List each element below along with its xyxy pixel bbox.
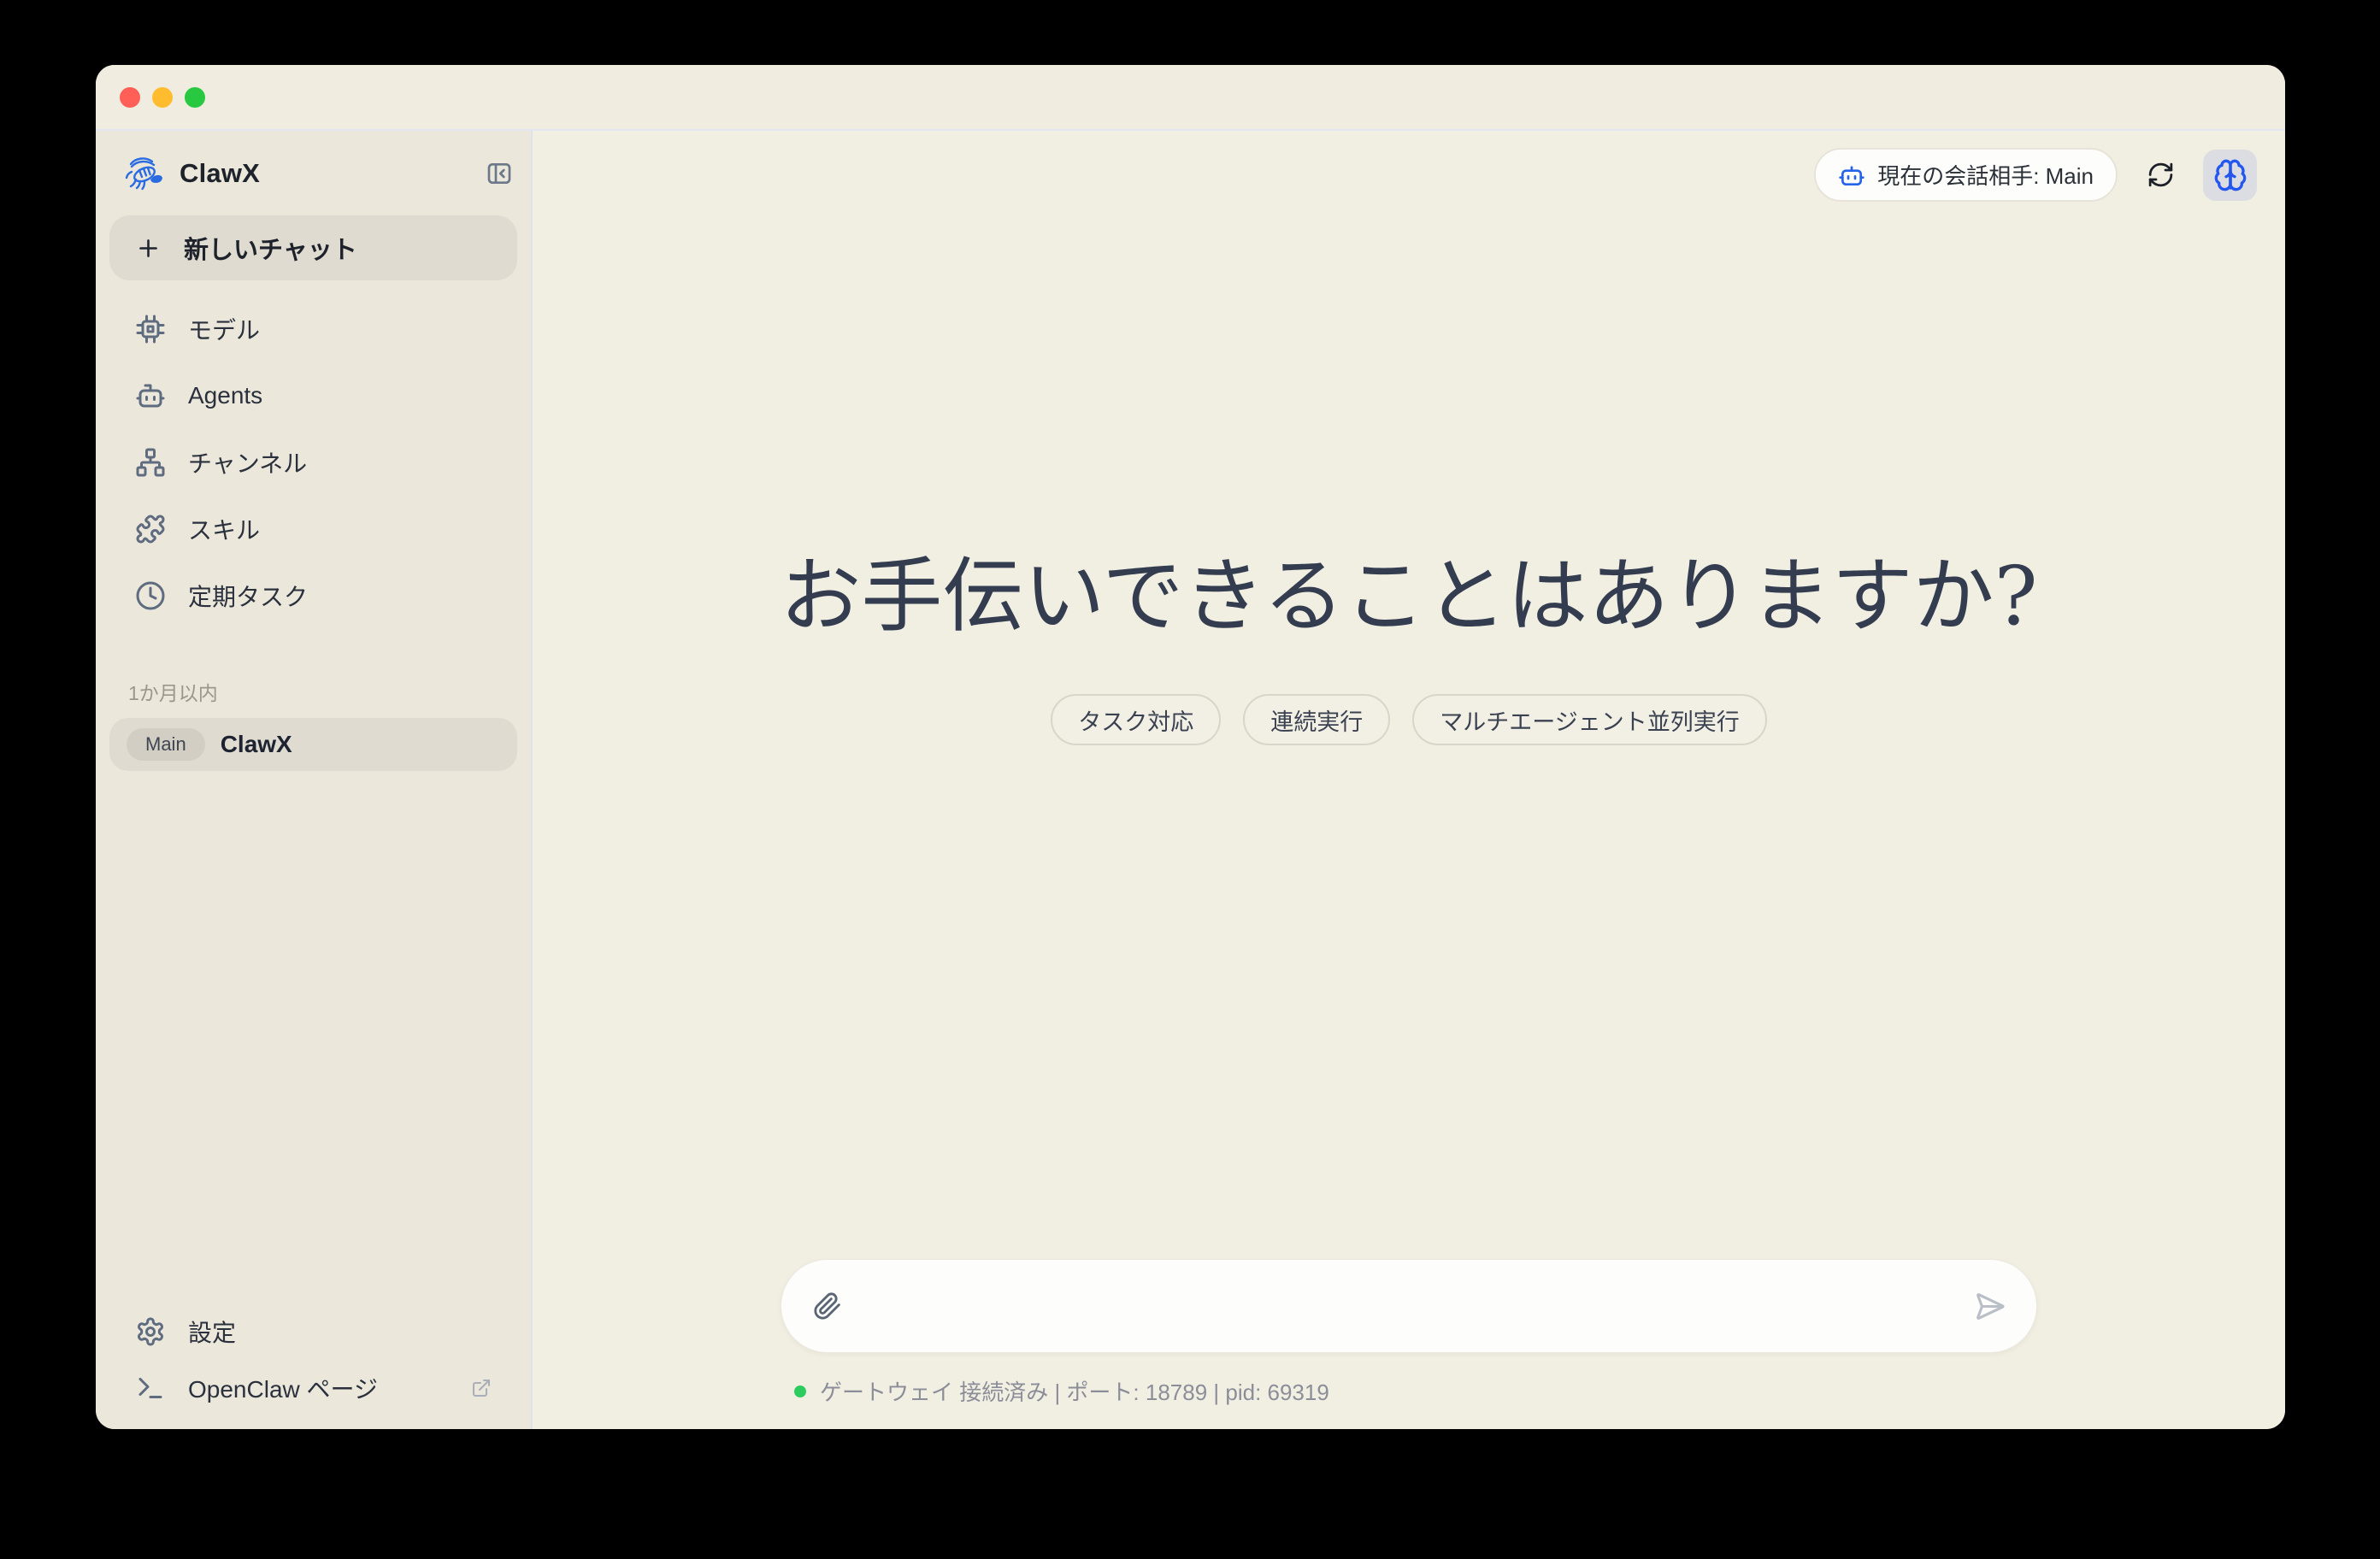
app-window: ClawX 新しいチャット モデル	[96, 65, 2285, 1429]
composer[interactable]	[781, 1259, 2037, 1353]
paperclip-icon	[813, 1291, 842, 1321]
sidebar-item-openclaw-page[interactable]: OpenClaw ページ	[109, 1360, 517, 1416]
sidebar-header: ClawX	[109, 153, 517, 194]
bot-icon	[1838, 162, 1865, 189]
puzzle-icon	[135, 514, 166, 544]
main-header-controls: 現在の会話相手: Main	[533, 131, 2285, 202]
hero-heading: お手伝いできることはありますか?	[533, 556, 2285, 638]
cpu-icon	[135, 314, 166, 344]
titlebar	[96, 65, 2285, 131]
chip-continuous-run[interactable]: 連続実行	[1243, 694, 1390, 745]
agent-badge: Main	[127, 728, 205, 761]
new-chat-label: 新しいチャット	[184, 230, 357, 266]
hero: お手伝いできることはありますか?	[533, 556, 2285, 638]
capability-chips: タスク対応 連続実行 マルチエージェント並列実行	[533, 694, 2285, 745]
brain-icon	[2213, 158, 2247, 192]
sidebar-item-channels[interactable]: チャンネル	[109, 434, 517, 491]
attach-file-button[interactable]	[809, 1287, 846, 1325]
bot-icon	[135, 380, 166, 411]
message-input[interactable]	[860, 1280, 1956, 1332]
chip-multi-agent-parallel[interactable]: マルチエージェント並列実行	[1412, 694, 1766, 745]
main-area: 現在の会話相手: Main お手伝いできること	[533, 131, 2285, 1429]
window-body: ClawX 新しいチャット モデル	[96, 131, 2285, 1429]
sidebar-item-label: OpenClaw ページ	[188, 1371, 449, 1405]
collapse-sidebar-icon	[486, 160, 513, 187]
clock-icon	[135, 580, 166, 611]
gear-icon	[135, 1316, 166, 1347]
traffic-lights	[120, 87, 205, 108]
main-spacer	[533, 745, 2285, 1259]
sidebar-item-settings[interactable]: 設定	[109, 1303, 517, 1360]
gateway-status-text: ゲートウェイ 接続済み | ポート: 18789 | pid: 69319	[820, 1375, 1329, 1407]
refresh-icon	[2147, 161, 2175, 189]
send-icon	[1974, 1291, 2006, 1322]
sidebar-item-agents[interactable]: Agents	[109, 368, 517, 424]
brain-button[interactable]	[2203, 150, 2257, 201]
sidebar-item-label: 設定	[188, 1315, 492, 1349]
sidebar-item-label: 定期タスク	[188, 579, 308, 613]
chat-title: ClawX	[221, 731, 292, 758]
sidebar: ClawX 新しいチャット モデル	[96, 131, 533, 1429]
external-link-icon	[471, 1378, 492, 1398]
history-section-label: 1か月以内	[109, 677, 517, 706]
chat-history-item[interactable]: Main ClawX	[109, 718, 517, 771]
composer-wrap: ゲートウェイ 接続済み | ポート: 18789 | pid: 69319	[781, 1259, 2037, 1407]
sidebar-nav: モデル Agents チャンネル	[109, 301, 517, 624]
sidebar-item-skills[interactable]: スキル	[109, 501, 517, 557]
refresh-button[interactable]	[2141, 156, 2179, 194]
send-button[interactable]	[1970, 1286, 2009, 1326]
gateway-statusbar: ゲートウェイ 接続済み | ポート: 18789 | pid: 69319	[781, 1375, 2037, 1407]
zoom-window-button[interactable]	[185, 87, 205, 108]
conversation-badge-label: 現在の会話相手: Main	[1877, 159, 2094, 191]
sidebar-spacer	[109, 771, 517, 1303]
terminal-icon	[135, 1373, 166, 1403]
status-connected-dot	[794, 1385, 806, 1397]
sidebar-item-label: スキル	[188, 512, 260, 546]
close-window-button[interactable]	[120, 87, 140, 108]
network-icon	[135, 447, 166, 478]
app-title: ClawX	[180, 158, 485, 189]
sidebar-item-label: チャンネル	[188, 445, 307, 479]
plus-icon	[135, 235, 162, 262]
collapse-sidebar-button[interactable]	[485, 159, 514, 188]
current-conversation-badge[interactable]: 現在の会話相手: Main	[1814, 148, 2118, 202]
sidebar-item-label: Agents	[188, 382, 262, 409]
minimize-window-button[interactable]	[152, 87, 173, 108]
sidebar-item-label: モデル	[188, 312, 260, 346]
clawx-lobster-logo-icon	[123, 156, 168, 191]
new-chat-button[interactable]: 新しいチャット	[109, 215, 517, 280]
sidebar-item-models[interactable]: モデル	[109, 301, 517, 357]
chip-task-support[interactable]: タスク対応	[1051, 694, 1221, 745]
sidebar-item-scheduled-tasks[interactable]: 定期タスク	[109, 568, 517, 624]
